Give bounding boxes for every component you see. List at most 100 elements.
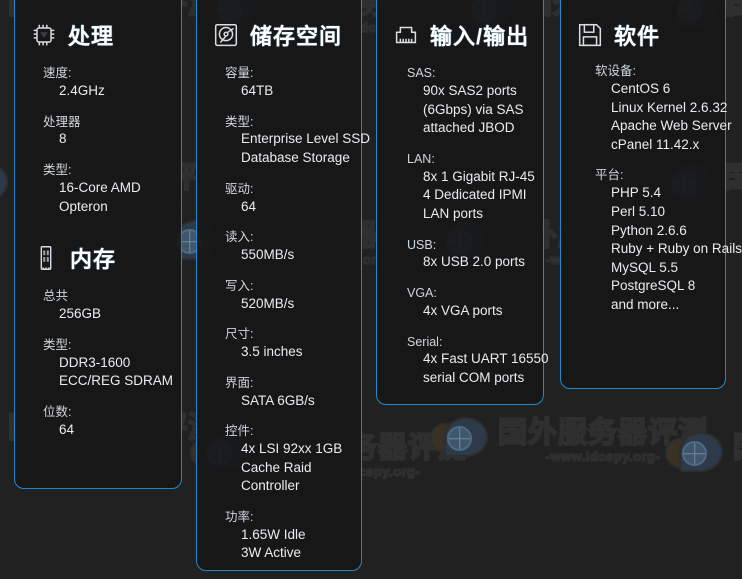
spec-value: 550MB/s — [225, 246, 361, 265]
spec-value: 2.4GHz — [43, 82, 181, 101]
spec-value-line: 2.4GHz — [59, 82, 105, 98]
spec-item: USB: 8x USB 2.0 ports — [407, 237, 543, 273]
spec-item: 容量: 64TB — [225, 65, 361, 101]
spec-label: 容量: — [225, 66, 254, 80]
panel-header: 处理 — [15, 0, 181, 51]
spec-label: LAN: — [407, 151, 435, 166]
spec-value-line: 8 — [59, 131, 67, 147]
ram-stick-icon — [31, 243, 61, 273]
panel-header: 软件 — [561, 0, 725, 51]
spec-label: 速度: — [43, 66, 72, 80]
spec-item: 驱动: 64 — [225, 181, 361, 217]
floppy-disk-icon — [575, 20, 605, 50]
spec-value-line: Cache Raid — [241, 459, 312, 475]
spec-item: Serial: 4x Fast UART 16550 serial COM port… — [407, 334, 549, 388]
spec-value: 90x SAS2 ports (6Gbps) via SAS attached JB… — [407, 82, 543, 138]
spec-value-line: Apache Web Server — [611, 118, 732, 134]
spec-value: 520MB/s — [225, 295, 361, 314]
spec-value-line: 4x VGA ports — [423, 302, 503, 318]
spec-value-line: PostgreSQL 8 — [611, 278, 696, 294]
spec-label: 类型: — [43, 337, 72, 352]
spec-list-software: 软设备: CentOS 6 Linux Kernel 2.6.32 Apache We… — [561, 51, 742, 315]
spec-item: 位数: 64 — [43, 404, 181, 440]
spec-value: 256GB — [43, 305, 181, 324]
spec-list-processor: 速度: 2.4GHz 处理器 8 类型: 16-Core AMD Opteron — [15, 51, 181, 216]
spec-label: 平台: — [595, 168, 624, 183]
spec-value-line: (6Gbps) via SAS — [423, 101, 524, 117]
spec-item: 功率: 1.65W Idle 3W Active — [225, 509, 361, 563]
spec-label: Serial: — [407, 334, 443, 349]
spec-item: 总共 256GB — [43, 288, 181, 324]
panel-header: 内存 — [15, 242, 181, 274]
spec-value-line: 8x USB 2.0 ports — [423, 254, 526, 270]
spec-value-line: Python 2.6.6 — [611, 222, 687, 238]
spec-value-line: Controller — [241, 478, 300, 494]
rj45-port-icon — [391, 20, 421, 50]
spec-value-line: 64TB — [241, 82, 274, 98]
spec-label: 写入: — [225, 278, 254, 293]
spec-label: 类型: — [225, 114, 254, 129]
spec-label: 位数: — [43, 404, 72, 419]
spec-value-line: 90x SAS2 ports — [423, 82, 517, 98]
spec-item: 速度: 2.4GHz — [43, 65, 181, 101]
spec-value-line: PHP 5.4 — [611, 185, 662, 201]
spec-label: SAS: — [407, 66, 436, 80]
spec-item: 尺寸: 3.5 inches — [225, 326, 361, 362]
panel-io: 输入/输出 SAS: 90x SAS2 ports (6Gbps) via SAS at… — [376, 0, 549, 405]
spec-label: 软设备: — [595, 64, 636, 78]
spec-value: 3.5 inches — [225, 343, 361, 362]
spec-item: 类型: Enterprise Level SSD Database Storage — [225, 114, 371, 168]
spec-value-line: ECC/REG SDRAM — [59, 373, 174, 389]
spec-value-line: cPanel 11.42.x — [611, 136, 700, 152]
spec-value: CentOS 6 Linux Kernel 2.6.32 Apache Web Se… — [595, 80, 732, 155]
spec-value-line: MySQL 5.5 — [611, 259, 679, 275]
spec-value: 1.65W Idle 3W Active — [225, 526, 361, 563]
spec-item: SAS: 90x SAS2 ports (6Gbps) via SAS attache… — [407, 65, 543, 138]
spec-label: 驱动: — [225, 181, 254, 196]
spec-value-line: 3.5 inches — [241, 344, 303, 359]
spec-panels-container: 处理 速度: 2.4GHz 处理器 8 类型: 16-Core AMD Opteron 内存 总共… — [0, 0, 742, 579]
spec-value-line: 4 Dedicated IPMI — [423, 187, 527, 203]
spec-value-line: 4x Fast UART 16550 — [423, 351, 549, 367]
spec-value-line: 520MB/s — [241, 295, 295, 311]
spec-value-line: 256GB — [59, 306, 102, 321]
spec-value: 8 — [43, 130, 181, 149]
spec-value-line: attached JBOD — [423, 120, 515, 136]
spec-value: 8x USB 2.0 ports — [407, 253, 543, 272]
spec-item: 写入: 520MB/s — [225, 278, 361, 314]
spec-value: 16-Core AMD Opteron — [43, 179, 181, 216]
spec-item: 控件: 4x LSI 92xx 1GB Cache Raid Controller — [225, 423, 361, 496]
spec-value: Enterprise Level SSD Database Storage — [225, 130, 371, 167]
spec-value-line: 64 — [59, 421, 75, 437]
panel-title: 内存 — [70, 247, 117, 273]
spec-value-line: 550MB/s — [241, 247, 295, 262]
spec-item: 类型: DDR3-1600 ECC/REG SDRAM — [43, 337, 181, 391]
spec-value-line: Opteron — [59, 198, 108, 214]
spec-value: PHP 5.4 Perl 5.10 Python 2.6.6 Ruby + Ruby … — [595, 184, 742, 314]
spec-label: 处理器 — [43, 114, 81, 129]
spec-value: 64 — [225, 198, 361, 217]
spec-item: 类型: 16-Core AMD Opteron — [43, 162, 181, 216]
spec-item: 读入: 550MB/s — [225, 229, 361, 265]
spec-value-line: SATA 6GB/s — [241, 392, 315, 408]
spec-value: 4x Fast UART 16550 serial COM ports — [407, 350, 549, 387]
spec-value-line: Enterprise Level SSD — [241, 131, 371, 147]
spec-item: LAN: 8x 1 Gigabit RJ-45 4 Dedicated IPMI LA… — [407, 151, 543, 224]
spec-item: VGA: 4x VGA ports — [407, 285, 543, 321]
panel-title: 储存空间 — [250, 24, 343, 49]
panel-software: 软件软设备: CentOS 6 Linux Kernel 2.6.32 Apache … — [560, 0, 742, 389]
spec-value: 4x VGA ports — [407, 302, 543, 321]
spec-label: 界面: — [225, 375, 254, 390]
spec-label: 功率: — [225, 509, 254, 524]
spec-value: 64 — [43, 421, 181, 440]
spec-list-io: SAS: 90x SAS2 ports (6Gbps) via SAS attache… — [377, 51, 549, 388]
spec-label: 读入: — [225, 230, 254, 245]
spec-list-storage: 容量: 64TB 类型: Enterprise Level SSD Database S… — [197, 51, 371, 563]
spec-value-line: Ruby + Ruby on Rails — [611, 241, 742, 257]
panel-header: 输入/输出 — [377, 0, 543, 51]
spec-label: USB: — [407, 237, 437, 252]
spec-label: VGA: — [407, 286, 437, 300]
cpu-chip-icon — [29, 20, 59, 50]
spec-value-line: 1.65W Idle — [241, 526, 306, 542]
spec-value-line: serial COM ports — [423, 370, 525, 385]
